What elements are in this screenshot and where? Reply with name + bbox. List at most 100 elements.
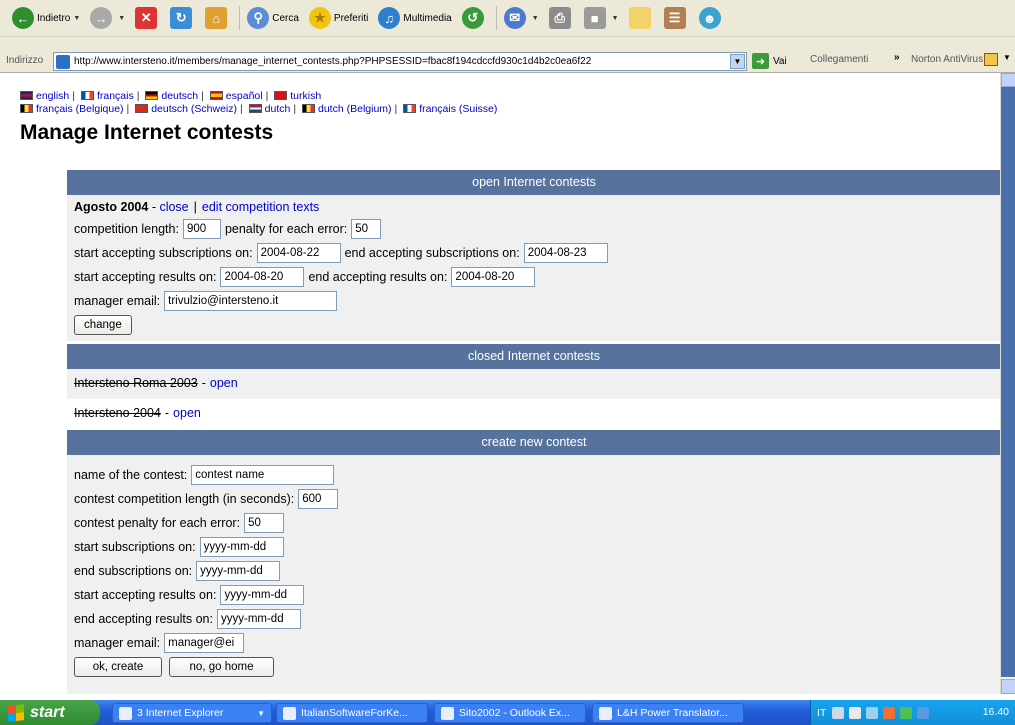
- lang-francais[interactable]: français: [97, 90, 134, 102]
- back-arrow-icon: ←: [12, 7, 34, 29]
- stop-button[interactable]: ✕: [131, 4, 164, 32]
- lang-francais-suisse[interactable]: français (Suisse): [419, 103, 497, 115]
- favorites-button[interactable]: ★ Preferiti: [305, 4, 372, 32]
- end-results-label: end accepting results on:: [308, 270, 448, 284]
- edit-button[interactable]: ■ ▼: [580, 4, 623, 32]
- network-icon[interactable]: [866, 706, 879, 719]
- end-subscriptions-input[interactable]: 2004-08-23: [523, 243, 608, 263]
- close-contest-link[interactable]: close: [159, 200, 188, 214]
- start-subscriptions-input[interactable]: 2004-08-22: [256, 243, 341, 263]
- new-start-results-input[interactable]: yyyy-mm-dd: [220, 585, 305, 605]
- discuss-button[interactable]: [625, 4, 658, 32]
- forward-button[interactable]: → ▼: [86, 4, 129, 32]
- browser-toolbar: ← Indietro ▼ → ▼ ✕ ↻ ⌂ ⚲ Cerca ★ Preferi…: [0, 0, 1015, 73]
- go-label: Vai: [773, 55, 787, 67]
- stop-icon: ✕: [135, 7, 158, 29]
- print-button[interactable]: ⎙: [545, 4, 578, 32]
- chevron-down-icon[interactable]: ▼: [612, 15, 619, 22]
- norton-icon[interactable]: [984, 53, 998, 66]
- create-contest-header: create new contest: [67, 430, 1000, 455]
- lang-dutch-belgium[interactable]: dutch (Belgium): [318, 103, 392, 115]
- security-icon[interactable]: [883, 706, 896, 719]
- forward-arrow-icon: →: [90, 7, 113, 29]
- address-input[interactable]: http://www.intersteno.it/members/manage_…: [53, 52, 747, 71]
- dash: -: [148, 200, 160, 214]
- mail-button[interactable]: ✉ ▼: [500, 4, 543, 32]
- end-subscriptions-label: end accepting subscriptions on:: [344, 246, 520, 260]
- lang-francais-belgique[interactable]: français (Belgique): [36, 103, 124, 115]
- start-results-input[interactable]: 2004-08-20: [220, 267, 305, 287]
- lang-dutch[interactable]: dutch: [265, 103, 291, 115]
- reopen-contest-link[interactable]: open: [173, 406, 201, 420]
- home-button[interactable]: ⌂: [201, 4, 234, 32]
- belgium-flag-icon: [302, 104, 315, 113]
- scroll-up-button[interactable]: [1001, 73, 1015, 87]
- back-button[interactable]: ← Indietro ▼: [8, 4, 84, 32]
- ok-create-button[interactable]: ok, create: [74, 657, 162, 677]
- new-manager-email-input[interactable]: manager@ei: [164, 633, 245, 653]
- contest-length-input[interactable]: 600: [298, 489, 339, 509]
- start-button[interactable]: start: [0, 700, 100, 725]
- keyboard-icon[interactable]: [832, 706, 845, 719]
- chevron-down-icon[interactable]: ▼: [73, 15, 80, 22]
- language-indicator[interactable]: IT: [817, 707, 826, 719]
- vertical-scrollbar[interactable]: [1000, 73, 1015, 694]
- links-label[interactable]: Collegamenti: [810, 54, 868, 65]
- taskbar-item-outlook[interactable]: Sito2002 - Outlook Ex...: [434, 703, 586, 723]
- lang-espanol[interactable]: español: [226, 90, 263, 102]
- go-arrow-icon: ➜: [752, 53, 769, 69]
- manager-email-input[interactable]: trivulzio@intersteno.it: [164, 291, 338, 311]
- end-results-input[interactable]: 2004-08-20: [451, 267, 536, 287]
- messenger-button[interactable]: ☻: [695, 4, 728, 32]
- penalty-input[interactable]: 50: [351, 219, 382, 239]
- lang-deutsch[interactable]: deutsch: [161, 90, 198, 102]
- edit-competition-texts-link[interactable]: edit competition texts: [202, 200, 319, 214]
- research-button[interactable]: ☰: [660, 4, 693, 32]
- chevron-down-icon[interactable]: ▼: [532, 15, 539, 22]
- go-home-button[interactable]: no, go home: [169, 657, 274, 677]
- lang-turkish[interactable]: turkish: [290, 90, 321, 102]
- chevron-down-icon[interactable]: ▼: [1003, 53, 1011, 62]
- scroll-thumb[interactable]: [1001, 87, 1015, 677]
- change-button[interactable]: change: [74, 315, 132, 335]
- lang-english[interactable]: english: [36, 90, 69, 102]
- uk-flag-icon: [20, 91, 33, 100]
- taskbar-item-translator[interactable]: L&H Power Translator...: [592, 703, 744, 723]
- taskbar-item-word[interactable]: ItalianSoftwareForKe...: [276, 703, 428, 723]
- refresh-button[interactable]: ↻: [166, 4, 199, 32]
- new-end-results-input[interactable]: yyyy-mm-dd: [216, 609, 301, 629]
- chevron-right-icon[interactable]: »: [894, 52, 900, 63]
- lang-deutsch-schweiz[interactable]: deutsch (Schweiz): [151, 103, 237, 115]
- star-icon: ★: [308, 7, 331, 29]
- media-tray-icon[interactable]: [900, 706, 913, 719]
- history-button[interactable]: ↺: [458, 4, 491, 32]
- contest-penalty-input[interactable]: 50: [244, 513, 285, 533]
- go-button[interactable]: ➜ Vai: [752, 53, 787, 69]
- contest-name-input[interactable]: contest name: [191, 465, 335, 485]
- create-contest-body: name of the contest: contest name contes…: [67, 455, 1000, 694]
- media-button[interactable]: ♫ Multimedia: [374, 4, 455, 32]
- contest-penalty-row: contest penalty for each error: 50: [74, 513, 288, 533]
- messenger-tray-icon[interactable]: [917, 706, 930, 719]
- scroll-down-button[interactable]: [1001, 679, 1015, 694]
- dash: -: [201, 376, 206, 390]
- create-buttons-row: ok, create no, go home: [74, 657, 274, 677]
- search-button[interactable]: ⚲ Cerca: [243, 4, 303, 32]
- contest-name-row: name of the contest: contest name: [74, 465, 338, 485]
- media-label: Multimedia: [403, 12, 452, 24]
- competition-length-input[interactable]: 900: [182, 219, 221, 239]
- help-icon[interactable]: [849, 706, 862, 719]
- taskbar-item-internet-explorer[interactable]: 3 Internet Explorer ▼: [112, 703, 272, 723]
- closed-contest-item: Intersteno 2004 - open: [67, 399, 1000, 429]
- new-start-subscriptions-input[interactable]: yyyy-mm-dd: [199, 537, 284, 557]
- norton-label[interactable]: Norton AntiVirus: [911, 54, 983, 65]
- closed-contests-header: closed Internet contests: [67, 344, 1000, 369]
- chevron-down-icon[interactable]: ▼: [730, 54, 745, 69]
- chevron-down-icon[interactable]: ▼: [118, 15, 125, 22]
- back-label: Indietro: [37, 12, 71, 24]
- reopen-contest-link[interactable]: open: [210, 376, 238, 390]
- belgium-flag-icon: [20, 104, 33, 113]
- new-end-subscriptions-input[interactable]: yyyy-mm-dd: [196, 561, 281, 581]
- end-results-row: end accepting results on: yyyy-mm-dd: [74, 609, 305, 629]
- separator: |: [72, 90, 76, 102]
